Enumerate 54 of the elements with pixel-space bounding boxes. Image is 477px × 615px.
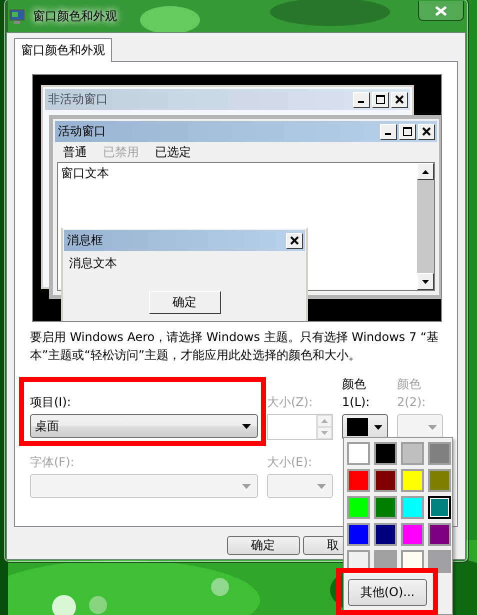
size-label: 大小(Z): [267, 394, 314, 411]
font-label: 字体(F): [30, 454, 76, 471]
window-text: 窗口文本 [60, 165, 110, 182]
color-swatch[interactable] [428, 469, 451, 492]
color-swatch[interactable] [401, 442, 424, 465]
dropdown-arrow-icon [317, 484, 326, 488]
color-swatch[interactable] [428, 496, 451, 519]
close-icon [286, 232, 303, 248]
dialog-button[interactable]: 确定 [227, 536, 300, 555]
more-colors-button[interactable]: 其他(O)... [348, 579, 427, 606]
description-text: 要启用 Windows Aero，请选择 Windows 主题。只有选择 Windows 7 “基本”主题或“轻松访问”主题，才能应用此处选择的颜色和大小。 [30, 329, 440, 364]
color-swatch[interactable] [401, 523, 424, 546]
font-dropdown[interactable] [30, 474, 258, 498]
color-swatch[interactable] [347, 496, 370, 519]
close-button[interactable] [418, 1, 464, 21]
color-swatch[interactable] [428, 550, 451, 573]
color-label: 颜色 2(2): [397, 376, 427, 411]
color-swatch[interactable] [347, 442, 370, 465]
size-label: 大小(E): [267, 454, 313, 471]
color-swatch[interactable] [401, 469, 424, 492]
color-swatch[interactable] [374, 469, 397, 492]
color-swatch[interactable] [374, 442, 397, 465]
color-swatch[interactable] [401, 496, 424, 519]
message-box-title: 消息框 [67, 232, 103, 249]
tab[interactable]: 窗口颜色和外观 [14, 38, 112, 62]
monitor-icon [9, 8, 25, 24]
dropdown-arrow-icon [428, 424, 437, 430]
color-swatch[interactable] [374, 523, 397, 546]
minimize-icon [353, 92, 370, 108]
window-title: 窗口颜色和外观 [33, 8, 117, 25]
color-swatch[interactable] [347, 523, 370, 546]
size-dropdown[interactable] [267, 474, 333, 498]
color-swatch[interactable] [347, 469, 370, 492]
minimize-icon [380, 124, 397, 140]
maximize-icon [399, 124, 416, 140]
maximize-icon [372, 92, 389, 108]
color-label: 颜色 1(L): [342, 376, 371, 411]
color-swatch[interactable] [428, 442, 451, 465]
close-icon [418, 124, 435, 140]
dropdown-arrow-icon [242, 484, 251, 488]
item-label: 项目(I): [30, 394, 72, 411]
close-icon [435, 6, 447, 16]
menu-item: 已禁用 [103, 144, 139, 160]
dropdown-arrow-icon [374, 424, 382, 430]
ok-button[interactable]: 确定 [148, 291, 220, 314]
color-swatch[interactable] [428, 523, 451, 546]
window-title: 活动窗口 [58, 123, 106, 140]
color-swatch[interactable] [374, 496, 397, 519]
message-text: 消息文本 [68, 255, 118, 272]
close-icon [391, 92, 408, 108]
window-title: 非活动窗口 [48, 91, 108, 108]
size-spinner[interactable] [267, 414, 333, 440]
dropdown-arrow-icon [242, 424, 251, 428]
item-dropdown[interactable]: 桌面 [30, 414, 258, 438]
